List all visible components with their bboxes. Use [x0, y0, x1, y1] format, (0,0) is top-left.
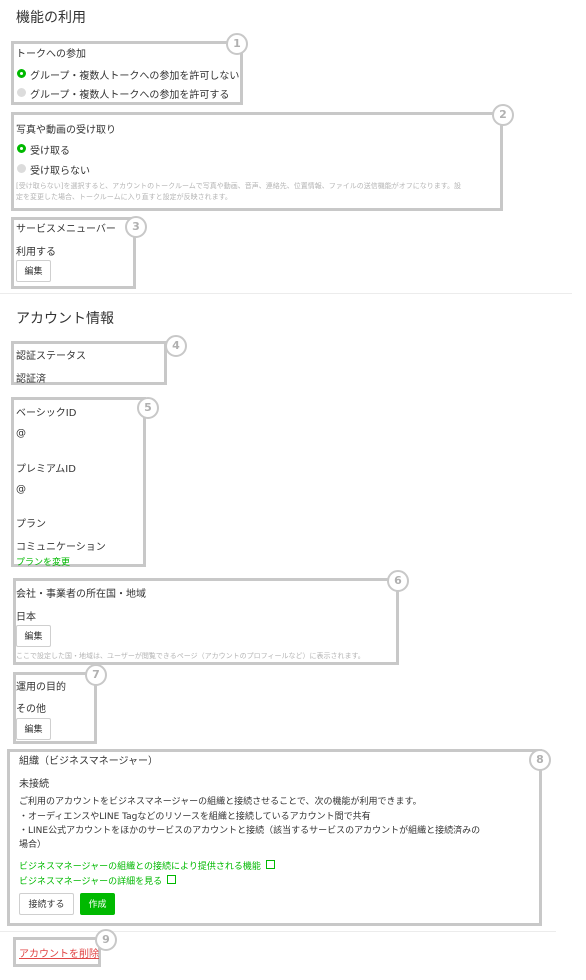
media-heading: 写真や動画の受け取り [16, 125, 116, 136]
radio-selected-icon[interactable] [17, 69, 26, 78]
basic-id-value: @ [16, 428, 26, 439]
org-heading: 組織（ビジネスマネージャー） [19, 756, 158, 767]
org-details-link-text[interactable]: ビジネスマネージャーの詳細を見る [19, 877, 162, 887]
annotation-badge-5: 5 [137, 397, 159, 419]
auth-value: 認証済 [16, 374, 46, 385]
org-bullet-2b: 場合） [19, 840, 47, 850]
service-menu-value: 利用する [16, 247, 56, 258]
service-menu-heading: サービスメニューバー [16, 224, 116, 235]
external-link-icon [167, 875, 177, 884]
country-value: 日本 [16, 612, 36, 623]
premium-id-value: @ [16, 484, 26, 495]
section-divider [0, 293, 572, 294]
org-bullet-1: ・オーディエンスやLINE Tagなどのリソースを組織と接続しているアカウント間… [19, 812, 371, 822]
org-bullet-2a: ・LINE公式アカウントをほかのサービスのアカウントと接続（該当するサービスのア… [19, 826, 481, 836]
plan-value: コミュニケーション [16, 542, 106, 553]
annotation-badge-4: 4 [165, 335, 187, 357]
radio-unselected-icon[interactable] [17, 164, 26, 173]
purpose-edit-button[interactable]: 編集 [16, 718, 51, 740]
media-note-line1: [受け取らない]を選択すると、アカウントのトークルームで写真や動画、音声、連絡先… [16, 182, 462, 190]
talk-option-label: グループ・複数人トークへの参加を許可しない [30, 71, 240, 82]
service-menu-edit-button[interactable]: 編集 [16, 260, 51, 282]
country-edit-button[interactable]: 編集 [16, 625, 51, 647]
country-heading: 会社・事業者の所在国・地域 [16, 589, 146, 600]
talk-heading: トークへの参加 [16, 49, 86, 60]
org-connect-button[interactable]: 接続する [19, 893, 74, 915]
delete-account-link[interactable]: アカウントを削除 [19, 945, 99, 960]
annotation-badge-1: 1 [226, 33, 248, 55]
section-divider [0, 931, 556, 932]
org-status: 未接続 [19, 779, 49, 790]
country-note: ここで設定した国・地域は、ユーザーが閲覧できるページ（アカウントのプロフィールな… [16, 652, 365, 660]
change-plan-link[interactable]: プランを変更 [16, 555, 70, 568]
basic-id-label: ベーシックID [16, 408, 77, 419]
radio-unselected-icon[interactable] [17, 88, 26, 97]
talk-option-label: グループ・複数人トークへの参加を許可する [30, 90, 230, 101]
annotation-badge-2: 2 [492, 104, 514, 126]
media-option-label: 受け取らない [30, 166, 90, 177]
plan-label: プラン [16, 519, 46, 530]
org-details-link[interactable]: ビジネスマネージャーの詳細を見る [19, 874, 177, 887]
annotation-badge-3: 3 [125, 216, 147, 238]
features-section-title: 機能の利用 [16, 10, 86, 26]
purpose-value: その他 [16, 704, 46, 715]
external-link-icon [265, 860, 275, 869]
media-note-line2: 定を変更した場合、トークルームに入り直すと設定が反映されます。 [16, 193, 232, 201]
premium-id-label: プレミアムID [16, 464, 76, 475]
annotation-badge-7: 7 [85, 664, 107, 686]
annotation-badge-6: 6 [387, 570, 409, 592]
org-create-button[interactable]: 作成 [80, 893, 115, 915]
auth-heading: 認証ステータス [16, 351, 86, 362]
annotation-badge-8: 8 [529, 749, 551, 771]
radio-selected-icon[interactable] [17, 144, 26, 153]
org-features-link-text[interactable]: ビジネスマネージャーの組織との接続により提供される機能 [19, 862, 261, 872]
org-features-link[interactable]: ビジネスマネージャーの組織との接続により提供される機能 [19, 859, 275, 872]
org-description: ご利用のアカウントをビジネスマネージャーの組織と接続させることで、次の機能が利用… [19, 797, 422, 807]
purpose-heading: 運用の目的 [16, 682, 66, 693]
account-section-title: アカウント情報 [16, 311, 114, 327]
media-option-label: 受け取る [30, 146, 70, 157]
